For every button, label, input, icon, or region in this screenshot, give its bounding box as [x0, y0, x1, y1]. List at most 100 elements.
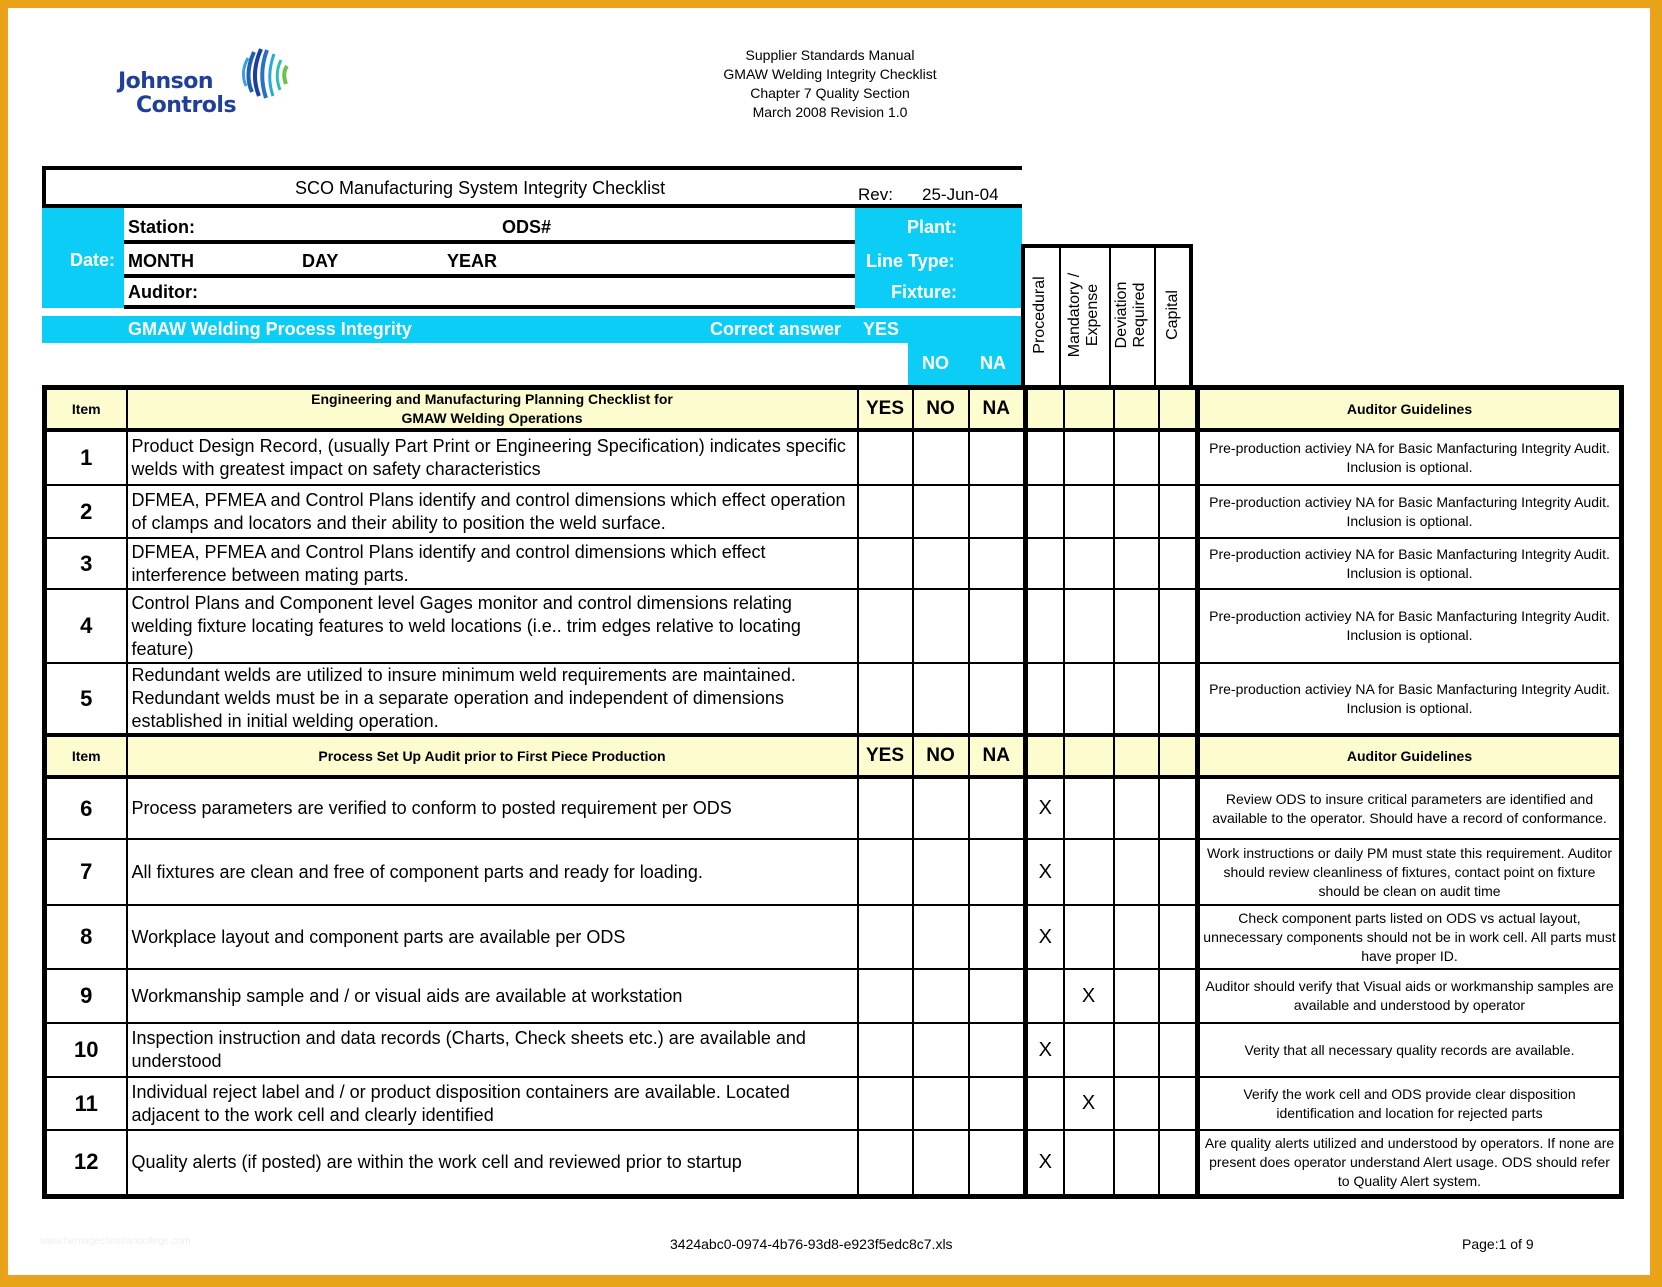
item-number: 5 [43, 662, 128, 736]
section-title: Process Set Up Audit prior to First Piec… [125, 733, 859, 779]
mandatory-expense-mark [1062, 776, 1115, 840]
checklist-table: Item Engineering and Manufacturing Planni… [42, 385, 1624, 1199]
no-checkbox-cell[interactable] [911, 904, 970, 970]
yes-checkbox-cell[interactable] [856, 838, 914, 906]
no-column-header: NO [911, 733, 970, 779]
no-checkbox-cell[interactable] [911, 1076, 970, 1131]
category-line: Deviation [1113, 281, 1130, 349]
form-title: SCO Manufacturing System Integrity Check… [295, 178, 666, 198]
category-line: Capital [1164, 290, 1181, 340]
na-checkbox-cell[interactable] [967, 1022, 1027, 1078]
auditor-guideline: Check component parts listed on ODS vs a… [1195, 904, 1623, 970]
auditor-guideline: Auditor should verify that Visual aids o… [1195, 968, 1623, 1024]
no-checkbox-cell[interactable] [911, 838, 970, 906]
na-checkbox-cell[interactable] [967, 904, 1027, 970]
checklist-row: 3 DFMEA, PFMEA and Control Plans identify… [43, 537, 1623, 590]
yes-checkbox-cell[interactable] [856, 904, 914, 970]
yes-checkbox-cell[interactable] [856, 1022, 914, 1078]
na-checkbox-cell[interactable] [967, 968, 1027, 1024]
checklist-row: 4 Control Plans and Component level Gages… [43, 588, 1623, 664]
item-number: 1 [43, 429, 128, 486]
mandatory-expense-mark [1062, 537, 1115, 590]
line-type-label: Line Type: [866, 251, 955, 271]
category-mandatory-expense: Mandatory / Expense [1066, 260, 1102, 370]
yes-checkbox-cell[interactable] [856, 537, 914, 590]
item-number: 4 [43, 588, 128, 664]
capital-mark [1157, 537, 1199, 590]
footer-file-name: 3424abc0-0974-4b76-93d8-e923f5edc8c7.xls [670, 1236, 953, 1252]
correct-answer-no: NO [922, 353, 949, 373]
category-line: Expense [1084, 283, 1101, 347]
auditor-guidelines-header: Auditor Guidelines [1195, 386, 1623, 432]
mandatory-expense-mark [1062, 484, 1115, 539]
procedural-mark [1023, 588, 1065, 664]
na-checkbox-cell[interactable] [967, 588, 1027, 664]
yes-checkbox-cell[interactable] [856, 1129, 914, 1197]
no-checkbox-cell[interactable] [911, 484, 970, 539]
item-description: Inspection instruction and data records … [125, 1022, 859, 1078]
na-checkbox-cell[interactable] [967, 484, 1027, 539]
year-label: YEAR [447, 251, 498, 271]
auditor-label: Auditor: [128, 282, 198, 302]
mandatory-expense-header-cell [1062, 733, 1115, 779]
section-title-line: GMAW Welding Operations [401, 410, 583, 426]
no-checkbox-cell[interactable] [911, 662, 970, 736]
item-number: 2 [43, 484, 128, 539]
na-checkbox-cell[interactable] [967, 537, 1027, 590]
johnson-controls-globe-icon [241, 48, 289, 99]
no-checkbox-cell[interactable] [911, 429, 970, 486]
auditor-guideline: Verify the work cell and ODS provide cle… [1195, 1076, 1623, 1131]
yes-checkbox-cell[interactable] [856, 662, 914, 736]
item-number: 11 [43, 1076, 128, 1131]
yes-checkbox-cell[interactable] [856, 484, 914, 539]
item-number: 7 [43, 838, 128, 906]
yes-checkbox-cell[interactable] [856, 776, 914, 840]
no-checkbox-cell[interactable] [911, 968, 970, 1024]
procedural-mark: X [1023, 776, 1065, 840]
section-title: Engineering and Manufacturing Planning C… [125, 386, 859, 432]
yes-checkbox-cell[interactable] [856, 1076, 914, 1131]
correct-answer-label: Correct answer [710, 319, 842, 339]
procedural-mark [1023, 1076, 1065, 1131]
no-column-header: NO [911, 386, 970, 432]
mandatory-expense-mark [1062, 429, 1115, 486]
na-checkbox-cell[interactable] [967, 662, 1027, 736]
na-checkbox-cell[interactable] [967, 1129, 1027, 1197]
station-field-line[interactable] [124, 240, 855, 244]
rev-label: Rev: [858, 185, 893, 204]
deviation-required-mark [1112, 968, 1160, 1024]
deviation-required-mark [1112, 429, 1160, 486]
yes-checkbox-cell[interactable] [856, 588, 914, 664]
auditor-guideline: Are quality alerts utilized and understo… [1195, 1129, 1623, 1197]
section-title-line: Engineering and Manufacturing Planning C… [311, 391, 673, 407]
deviation-required-header-cell [1112, 386, 1160, 432]
capital-mark [1157, 484, 1199, 539]
no-checkbox-cell[interactable] [911, 776, 970, 840]
item-description: Workplace layout and component parts are… [125, 904, 859, 970]
checklist-row: 9 Workmanship sample and / or visual aids… [43, 968, 1623, 1024]
item-number: 9 [43, 968, 128, 1024]
na-checkbox-cell[interactable] [967, 1076, 1027, 1131]
na-checkbox-cell[interactable] [967, 429, 1027, 486]
yes-checkbox-cell[interactable] [856, 429, 914, 486]
na-checkbox-cell[interactable] [967, 838, 1027, 906]
mandatory-expense-mark [1062, 588, 1115, 664]
deviation-required-mark [1112, 1022, 1160, 1078]
checklist-row: 12 Quality alerts (if posted) are within … [43, 1129, 1623, 1197]
deviation-required-mark [1112, 537, 1160, 590]
no-checkbox-cell[interactable] [911, 537, 970, 590]
capital-mark [1157, 429, 1199, 486]
document-title: Supplier Standards Manual GMAW Welding I… [660, 46, 1000, 122]
item-number: 8 [43, 904, 128, 970]
yes-checkbox-cell[interactable] [856, 968, 914, 1024]
month-label: MONTH [128, 251, 194, 271]
no-checkbox-cell[interactable] [911, 1022, 970, 1078]
deviation-required-mark [1112, 588, 1160, 664]
item-number: 3 [43, 537, 128, 590]
no-checkbox-cell[interactable] [911, 588, 970, 664]
no-checkbox-cell[interactable] [911, 1129, 970, 1197]
procedural-mark: X [1023, 904, 1065, 970]
auditor-field-line[interactable] [124, 305, 855, 309]
date-field-line[interactable] [124, 274, 855, 278]
na-checkbox-cell[interactable] [967, 776, 1027, 840]
